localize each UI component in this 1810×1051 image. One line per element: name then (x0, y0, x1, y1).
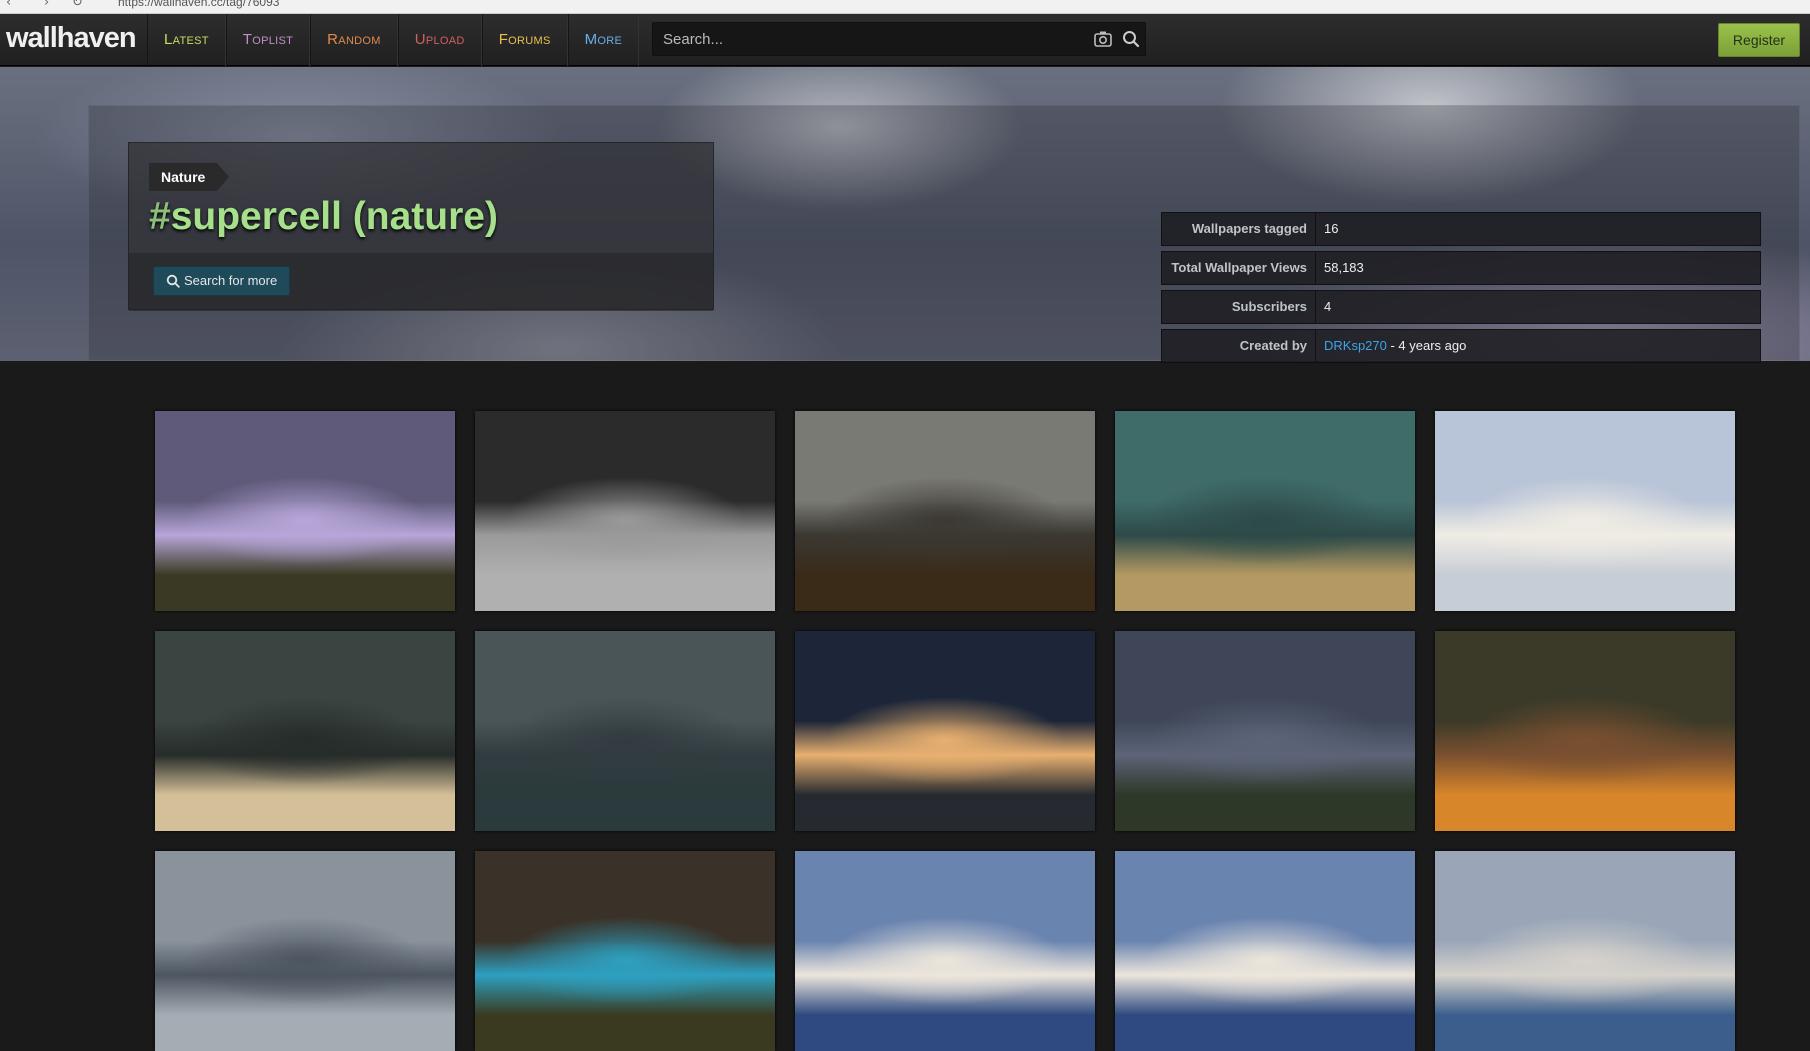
wallpaper-thumbnail[interactable] (1115, 411, 1415, 611)
tag-hash: # (149, 195, 171, 238)
created-ago: - 4 years ago (1386, 338, 1467, 353)
site-logo[interactable]: wallhaven (6, 22, 137, 55)
stat-value: 58,183 (1324, 260, 1364, 275)
browser-toolbar: ‹ › ↻ https://wallhaven.cc/tag/76093 (0, 0, 1810, 14)
creator-link[interactable]: DRKsp270 (1324, 338, 1387, 353)
wallpaper-grid (155, 411, 1735, 1051)
nav-forums[interactable]: Forums (481, 14, 568, 66)
address-bar[interactable]: https://wallhaven.cc/tag/76093 (118, 0, 279, 9)
wallpaper-thumbnail[interactable] (1435, 411, 1735, 611)
wallpaper-thumbnail[interactable] (155, 851, 455, 1051)
search-icon[interactable] (1119, 27, 1143, 51)
wallpaper-thumbnail[interactable] (795, 411, 1095, 611)
stat-subscribers: Subscribers 4 (1161, 290, 1761, 324)
stat-label: Total Wallpaper Views (1162, 252, 1316, 284)
register-button[interactable]: Register (1718, 23, 1800, 57)
search-input[interactable] (653, 23, 1083, 55)
wallpaper-thumbnail[interactable] (1435, 631, 1735, 831)
forward-icon[interactable]: › (44, 0, 49, 10)
nav-more[interactable]: More (567, 14, 640, 66)
category-badge[interactable]: Nature (149, 163, 230, 191)
search-box (652, 22, 1146, 56)
wallpaper-thumbnail[interactable] (155, 411, 455, 611)
tag-title: #supercell (nature) (149, 195, 498, 239)
nav-random[interactable]: Random (310, 14, 398, 66)
wallpaper-thumbnail[interactable] (475, 411, 775, 611)
reload-icon[interactable]: ↻ (72, 0, 83, 10)
stat-value: 4 (1324, 299, 1332, 314)
wallpaper-thumbnail[interactable] (795, 851, 1095, 1051)
nav-latest[interactable]: Latest (147, 14, 226, 66)
wallpaper-thumbnail[interactable] (1115, 631, 1415, 831)
stat-label: Subscribers (1162, 291, 1316, 323)
main-nav: Latest Toplist Random Upload Forums More (147, 14, 640, 66)
stat-created-by: Created by DRKsp270 - 4 years ago (1161, 329, 1761, 363)
nav-toplist[interactable]: Toplist (225, 14, 311, 66)
back-icon[interactable]: ‹ (6, 0, 11, 10)
tag-name: supercell (nature) (170, 195, 498, 238)
search-for-more-label: Search for more (184, 273, 278, 288)
stat-label: Created by (1162, 330, 1316, 362)
camera-icon[interactable] (1091, 27, 1115, 51)
wallpaper-thumbnail[interactable] (475, 631, 775, 831)
wallpaper-thumbnail[interactable] (1115, 851, 1415, 1051)
stat-total-views: Total Wallpaper Views 58,183 (1161, 251, 1761, 285)
wallpaper-thumbnail[interactable] (475, 851, 775, 1051)
tag-info-panel: Nature #supercell (nature) Search for mo… (128, 142, 714, 311)
stat-label: Wallpapers tagged (1162, 213, 1316, 245)
stat-value: DRKsp270 - 4 years ago (1324, 330, 1466, 362)
search-icon (166, 274, 180, 288)
tag-hero-banner: Nature #supercell (nature) Search for mo… (0, 67, 1810, 363)
stat-wallpapers-tagged: Wallpapers tagged 16 (1161, 212, 1761, 246)
site-header: wallhaven Latest Toplist Random Upload F… (0, 14, 1810, 66)
wallpaper-thumbnail[interactable] (795, 631, 1095, 831)
search-for-more-button[interactable]: Search for more (153, 266, 291, 296)
nav-upload[interactable]: Upload (397, 14, 482, 66)
stat-value: 16 (1324, 221, 1339, 236)
wallpaper-thumbnail[interactable] (1435, 851, 1735, 1051)
wallpaper-thumbnail[interactable] (155, 631, 455, 831)
